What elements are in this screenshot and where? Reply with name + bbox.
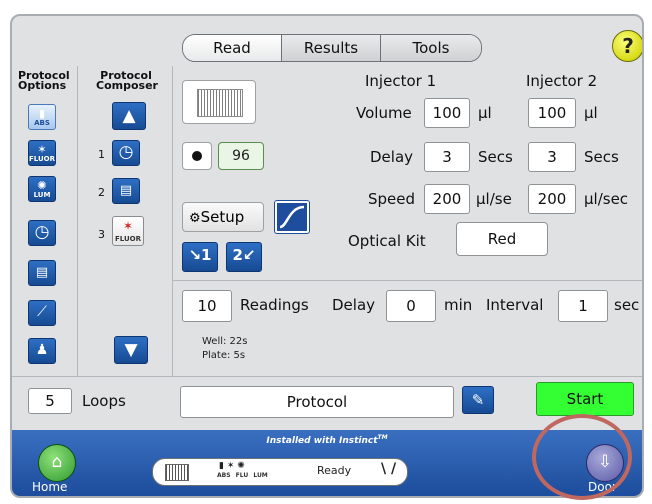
well-dot-icon — [192, 151, 202, 161]
instrument-status-pill: ▮ ✶ ✺ ABS FLU LUM Ready \ / — [152, 458, 408, 486]
divider — [12, 376, 642, 377]
injector-2-button[interactable]: 2↙ — [226, 242, 262, 272]
wrench-icon: ⚙ — [189, 211, 201, 226]
speed1-unit: µl/se — [476, 190, 512, 208]
fluor-option-button[interactable]: ✶ FLUOR — [28, 140, 56, 166]
plate-shake-icon: ▤ — [35, 265, 49, 280]
delay2-field[interactable]: 3 — [528, 142, 576, 172]
tab-results[interactable]: Results — [281, 35, 380, 61]
protocol-edit-button[interactable]: ✎ — [462, 386, 494, 414]
injector2-title: Injector 2 — [526, 72, 598, 90]
door-highlight-circle — [532, 414, 632, 500]
kinetic-option-button[interactable]: ◷ — [28, 220, 56, 246]
divider — [77, 66, 78, 376]
injector-1-button[interactable]: ↘1 — [182, 242, 218, 272]
optical-kit-label: Optical Kit — [348, 232, 426, 250]
help-icon: ? — [622, 34, 634, 58]
home-icon: ⌂ — [51, 452, 63, 472]
loops-field[interactable]: 5 — [28, 388, 72, 414]
composer-down-button[interactable]: ▼ — [114, 336, 148, 364]
divider — [172, 66, 173, 376]
well-shape-button[interactable] — [182, 142, 212, 170]
composer-step-1[interactable]: ◷ — [112, 140, 140, 166]
injector1-title: Injector 1 — [365, 72, 437, 90]
home-label: Home — [32, 480, 68, 494]
composer-up-button[interactable]: ▲ — [112, 102, 146, 130]
user-option-button[interactable]: ♟ — [28, 338, 56, 364]
home-button[interactable]: ⌂ — [38, 444, 76, 482]
microplate-icon — [165, 464, 189, 481]
step-number: 3 — [98, 228, 105, 241]
fluorescence-icon: ✶ — [122, 219, 134, 233]
readings-label: Readings — [240, 296, 309, 314]
well-time: Well: 22s — [202, 336, 248, 347]
setup-label: Setup — [200, 208, 245, 226]
readings-field[interactable]: 10 — [182, 290, 232, 322]
volume1-field[interactable]: 100 — [424, 98, 470, 128]
volume-label: Volume — [356, 104, 412, 122]
composer-step-3[interactable]: ✶ FLUOR — [112, 216, 144, 246]
microplate-icon — [197, 89, 243, 117]
delay2-unit: Secs — [584, 148, 619, 166]
abs-option-button[interactable]: ▮ ABS — [28, 104, 56, 130]
injector-2-icon: 2↙ — [232, 246, 256, 264]
plate-select-button[interactable] — [182, 80, 256, 124]
delay1-field[interactable]: 3 — [424, 142, 470, 172]
injector-option-button[interactable]: ⟋ — [28, 300, 56, 326]
kinetic-clock-icon: ◷ — [34, 222, 50, 242]
protocol-name-field[interactable]: Protocol — [180, 386, 454, 418]
kinetic-clock-icon: ◷ — [118, 142, 134, 162]
divider — [172, 280, 642, 281]
edit-icon: ✎ — [471, 391, 485, 409]
status-text: Ready — [317, 464, 352, 477]
optical-kit-select[interactable]: Red — [456, 222, 548, 256]
loops-label: Loops — [82, 392, 126, 410]
speed2-field[interactable]: 200 — [528, 184, 576, 214]
shake-option-button[interactable]: ▤ — [28, 260, 56, 286]
protocol-options-title: Protocol Options — [18, 69, 70, 92]
volume2-field[interactable]: 100 — [528, 98, 576, 128]
volume1-unit: µl — [478, 104, 492, 122]
kinetic-curve-icon — [277, 203, 307, 231]
kinetic-delay-field[interactable]: 0 — [386, 290, 436, 322]
plate-shake-icon: ▤ — [119, 183, 133, 198]
injector-1-icon: ↘1 — [188, 246, 212, 264]
arrow-down-icon: ▼ — [124, 340, 138, 360]
user-icon: ♟ — [35, 342, 49, 358]
step-number: 1 — [98, 148, 105, 161]
injector-icon: ⟋ — [37, 304, 47, 320]
injectors-icon: \ / — [381, 461, 397, 477]
delay-label: Delay — [370, 148, 414, 166]
plate-96-button[interactable]: 96 — [218, 142, 264, 170]
delay-unit: min — [444, 296, 473, 314]
help-button[interactable]: ? — [612, 30, 642, 62]
setup-button[interactable]: ⚙Setup — [182, 202, 264, 232]
interval-unit: sec — [614, 296, 640, 314]
arrow-up-icon: ▲ — [122, 106, 136, 126]
composer-step-2[interactable]: ▤ — [112, 178, 140, 204]
volume2-unit: µl — [584, 104, 598, 122]
kinetic-delay-label: Delay — [332, 296, 376, 314]
interval-label: Interval — [486, 296, 544, 314]
plate-time: Plate: 5s — [202, 350, 246, 361]
step-number: 2 — [98, 186, 105, 199]
tab-tools[interactable]: Tools — [380, 35, 481, 61]
well-count: 96 — [232, 148, 250, 164]
tab-read[interactable]: Read — [183, 35, 281, 61]
interval-field[interactable]: 1 — [558, 290, 608, 322]
speed1-field[interactable]: 200 — [424, 184, 470, 214]
protocol-composer-title: Protocol Composer — [96, 69, 158, 92]
speed-label: Speed — [368, 190, 416, 208]
lum-option-button[interactable]: ✺ LUM — [28, 176, 56, 202]
start-button[interactable]: Start — [536, 382, 634, 416]
main-tabs: Read Results Tools — [182, 34, 482, 62]
speed2-unit: µl/sec — [584, 190, 629, 208]
mode-icons: ▮ ✶ ✺ — [219, 461, 245, 471]
mode-labels: ABS FLU LUM — [217, 472, 268, 479]
delay1-unit: Secs — [478, 148, 513, 166]
kinetic-curve-button[interactable] — [274, 200, 310, 234]
